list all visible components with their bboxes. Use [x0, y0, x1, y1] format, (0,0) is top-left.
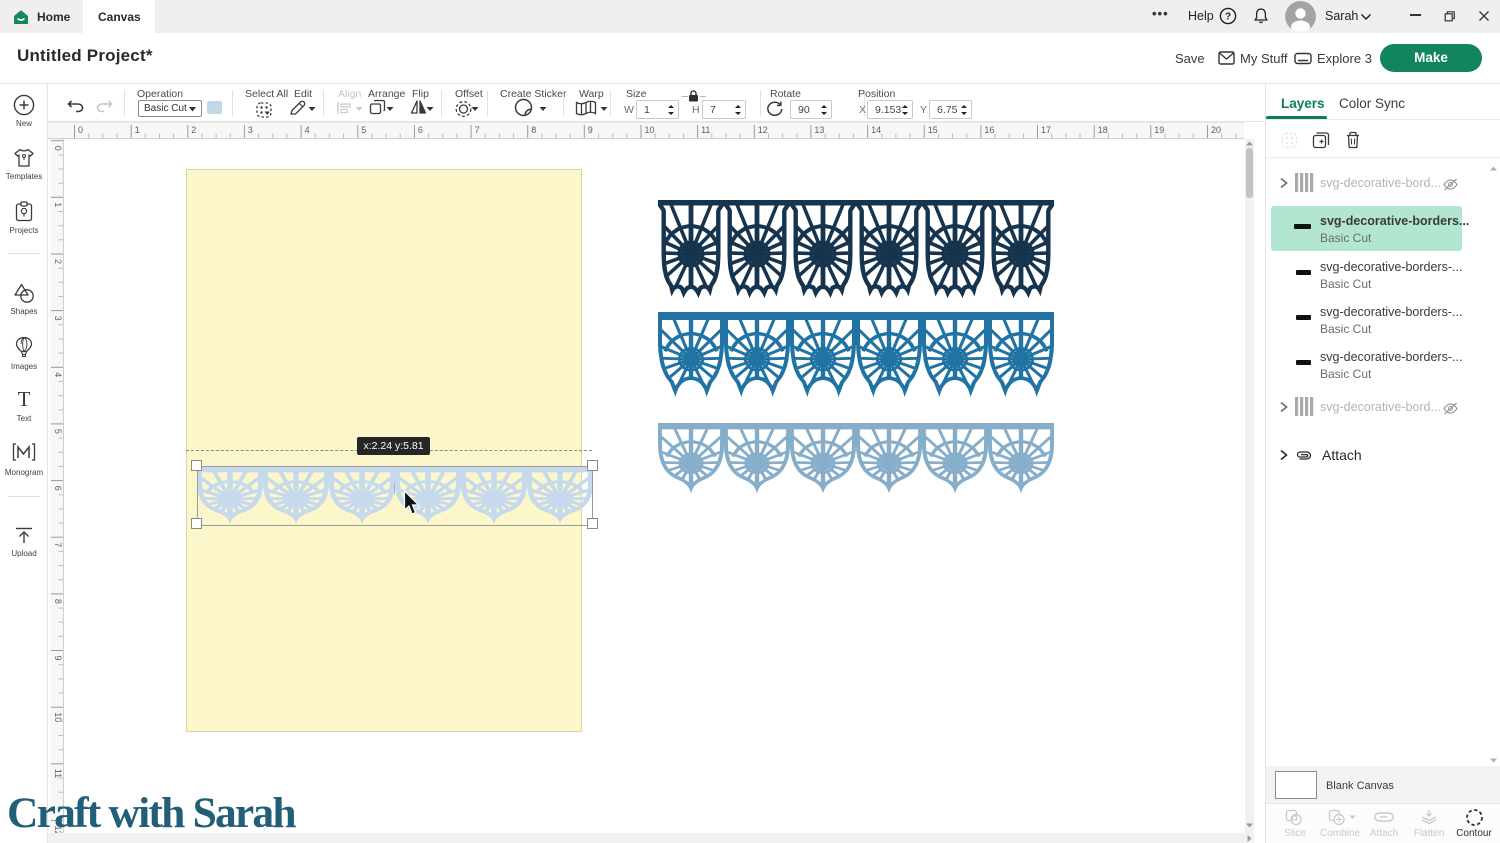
svg-text:15: 15	[928, 125, 938, 135]
svg-text:7: 7	[475, 125, 480, 135]
svg-text:13: 13	[814, 125, 824, 135]
svg-text:17: 17	[1041, 125, 1051, 135]
svg-text:2: 2	[53, 259, 63, 264]
svg-text:0: 0	[53, 146, 63, 151]
svg-text:5: 5	[361, 125, 366, 135]
svg-text:14: 14	[871, 125, 881, 135]
svg-text:8: 8	[531, 125, 536, 135]
svg-text:6: 6	[53, 486, 63, 491]
svg-text:?: ?	[1225, 12, 1231, 23]
svg-text:3: 3	[248, 125, 253, 135]
svg-text:11: 11	[53, 769, 63, 778]
svg-text:5: 5	[53, 429, 63, 434]
svg-text:19: 19	[1154, 125, 1164, 135]
svg-text:7: 7	[53, 542, 63, 547]
svg-text:3: 3	[53, 316, 63, 321]
svg-text:1: 1	[53, 202, 63, 207]
svg-text:12: 12	[758, 125, 768, 135]
svg-text:10: 10	[645, 125, 655, 135]
svg-text:1: 1	[135, 125, 140, 135]
svg-text:18: 18	[1098, 125, 1108, 135]
svg-text:10: 10	[53, 712, 63, 722]
svg-text:16: 16	[984, 125, 994, 135]
svg-text:4: 4	[305, 125, 310, 135]
svg-text:8: 8	[53, 599, 63, 604]
svg-text:6: 6	[418, 125, 423, 135]
svg-text:2: 2	[191, 125, 196, 135]
svg-text:11: 11	[701, 125, 710, 135]
svg-text:4: 4	[53, 372, 63, 377]
svg-text:0: 0	[78, 125, 83, 135]
svg-text:20: 20	[1211, 125, 1221, 135]
svg-text:9: 9	[53, 656, 63, 661]
svg-text:9: 9	[588, 125, 593, 135]
